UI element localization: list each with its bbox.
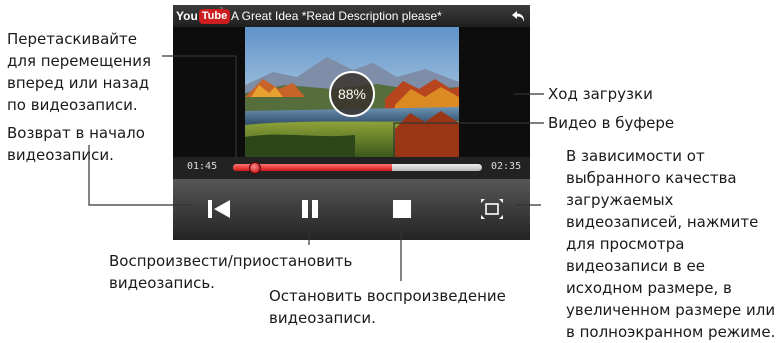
leader-buffered <box>393 122 544 158</box>
leader-rewind <box>88 145 193 206</box>
leader-drag-seek <box>162 55 237 158</box>
callout-leader-lines <box>88 55 544 281</box>
